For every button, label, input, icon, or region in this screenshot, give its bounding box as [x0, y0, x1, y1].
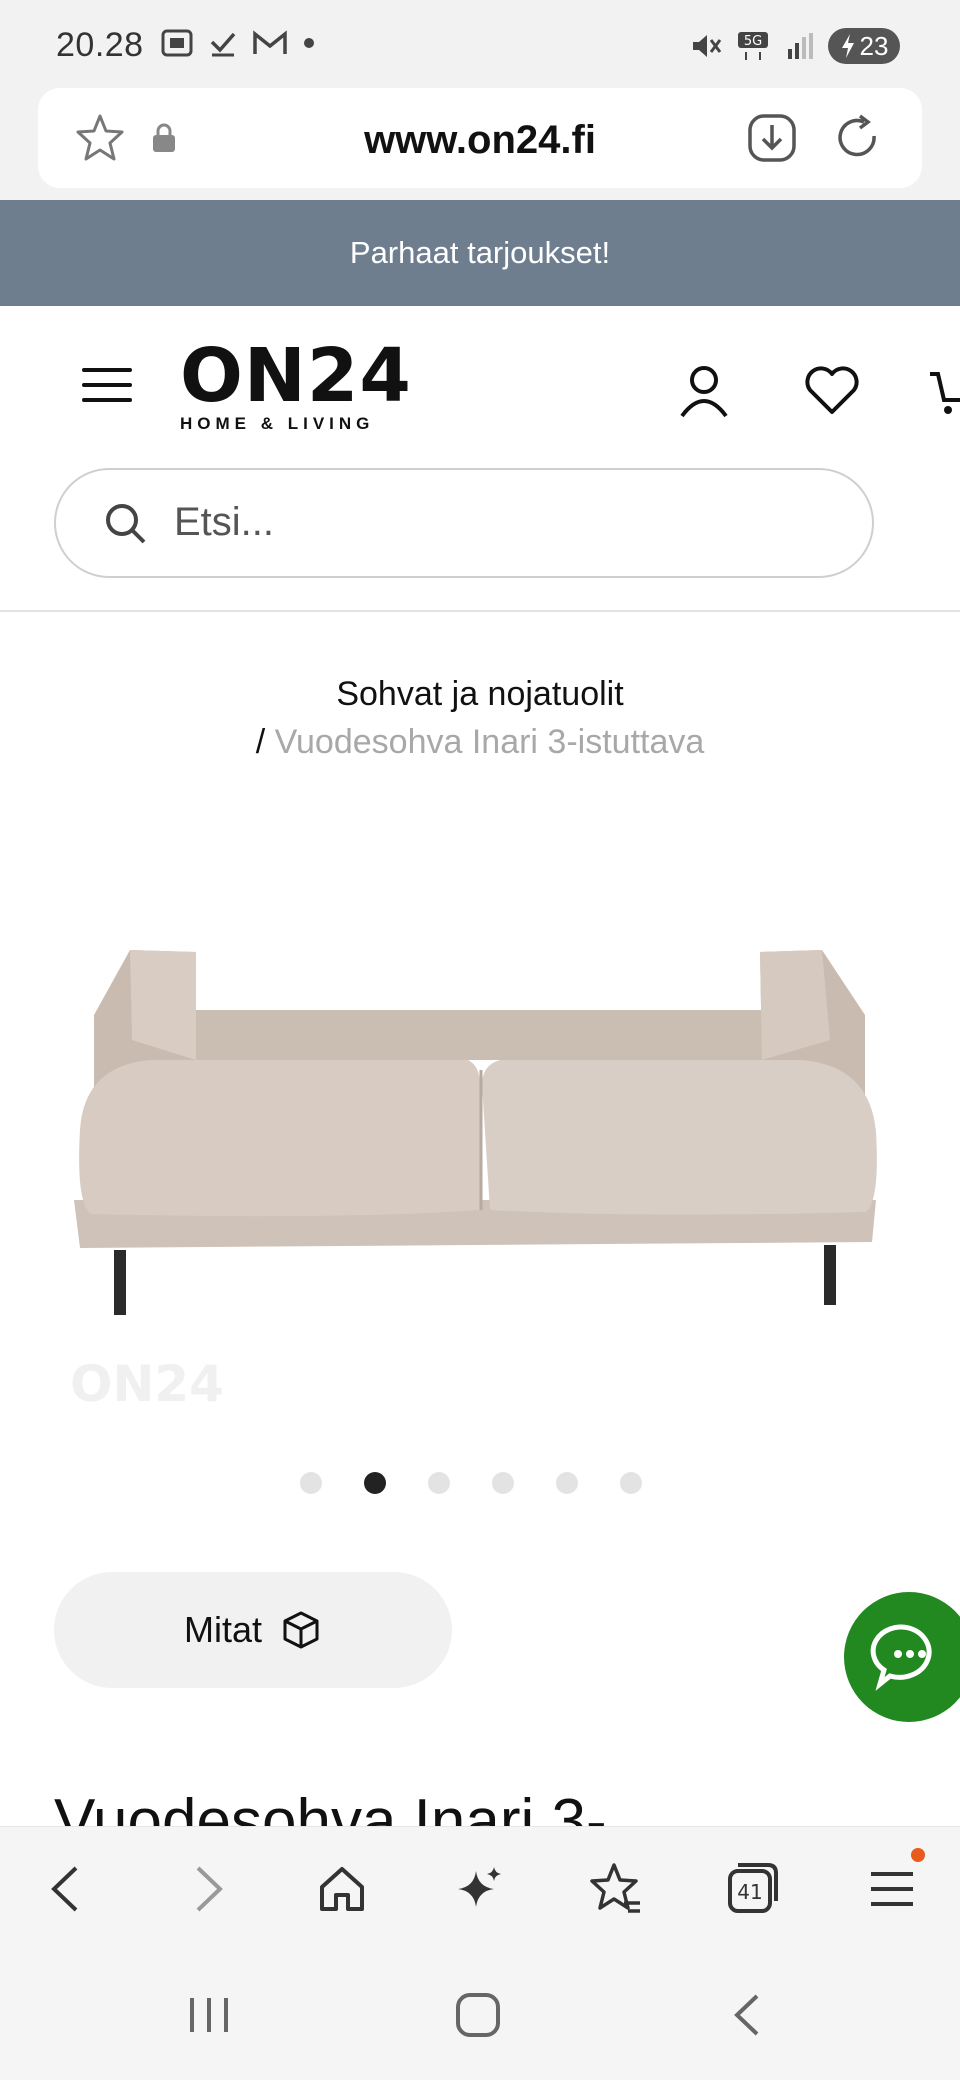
breadcrumb-parent-link[interactable]: Sohvat ja nojatuolit [336, 675, 623, 713]
screenshot-icon [161, 29, 193, 57]
home-nav-icon[interactable] [443, 1980, 513, 2050]
chat-icon [870, 1624, 932, 1691]
mute-icon [693, 35, 722, 57]
forward-icon[interactable] [176, 1857, 240, 1921]
browser-toolbar: 41 [0, 1826, 960, 1950]
carousel-dots [300, 1472, 642, 1494]
status-time: 20.28 [56, 26, 144, 64]
search-field[interactable] [54, 468, 874, 578]
charging-icon [841, 34, 854, 58]
account-icon[interactable] [674, 360, 734, 420]
cube-icon [283, 1611, 319, 1649]
gmail-icon [253, 30, 287, 54]
carousel-dot[interactable] [428, 1472, 450, 1494]
dimensions-button[interactable]: Mitat [54, 1572, 452, 1688]
battery-indicator: 23 [828, 28, 900, 64]
status-bar: 20.28 5G 23 [0, 0, 960, 88]
dot-icon [304, 38, 314, 48]
notification-dot-icon [911, 1848, 925, 1862]
carousel-dot-active[interactable] [364, 1472, 386, 1494]
home-icon[interactable] [310, 1857, 374, 1921]
carousel-dot[interactable] [620, 1472, 642, 1494]
system-nav-bar [0, 1950, 960, 2080]
promo-banner[interactable]: Parhaat tarjoukset! [0, 200, 960, 306]
heart-icon[interactable] [802, 360, 862, 420]
site-logo[interactable]: ON24 HOME & LIVING [180, 336, 412, 434]
carousel-dot[interactable] [492, 1472, 514, 1494]
tabs-icon[interactable]: 41 [720, 1857, 784, 1921]
browser-menu-icon[interactable] [860, 1848, 925, 1921]
battery-level: 23 [859, 30, 889, 61]
tabs-count: 41 [737, 1880, 762, 1904]
search-icon [106, 504, 146, 544]
back-icon[interactable] [34, 1857, 98, 1921]
sparkle-icon[interactable] [448, 1857, 512, 1921]
dimensions-label: Mitat [183, 1609, 262, 1650]
reload-icon[interactable] [830, 110, 886, 166]
carousel-dot[interactable] [556, 1472, 578, 1494]
menu-icon[interactable] [82, 368, 132, 408]
status-notification-icons [160, 28, 316, 58]
back-nav-icon[interactable] [712, 1980, 782, 2050]
chat-button[interactable] [844, 1592, 960, 1722]
svg-text:5G: 5G [744, 34, 762, 49]
check-icon [210, 32, 236, 57]
browser-address-area: www.on24.fi [0, 88, 960, 200]
recents-icon[interactable] [174, 1980, 244, 2050]
product-image[interactable] [40, 870, 920, 1430]
download-icon[interactable] [744, 110, 800, 166]
breadcrumb-current: Vuodesohva Inari 3-istuttava [274, 723, 705, 761]
carousel-dot[interactable] [300, 1472, 322, 1494]
breadcrumb-separator: / [255, 723, 266, 761]
status-system-icons: 5G 23 [690, 28, 900, 64]
breadcrumb: Sohvat ja nojatuolit / Vuodesohva Inari … [0, 670, 960, 766]
signal-icon [788, 33, 813, 59]
search-input[interactable] [174, 500, 774, 545]
address-bar[interactable]: www.on24.fi [38, 88, 922, 188]
cart-icon[interactable] [928, 360, 960, 420]
network-5g-icon: 5G [738, 32, 768, 60]
image-watermark: ON24 [70, 1355, 224, 1413]
bookmark-icon[interactable] [584, 1857, 648, 1921]
site-header: ON24 HOME & LIVING [0, 306, 960, 612]
logo-text: ON24 [180, 333, 412, 419]
